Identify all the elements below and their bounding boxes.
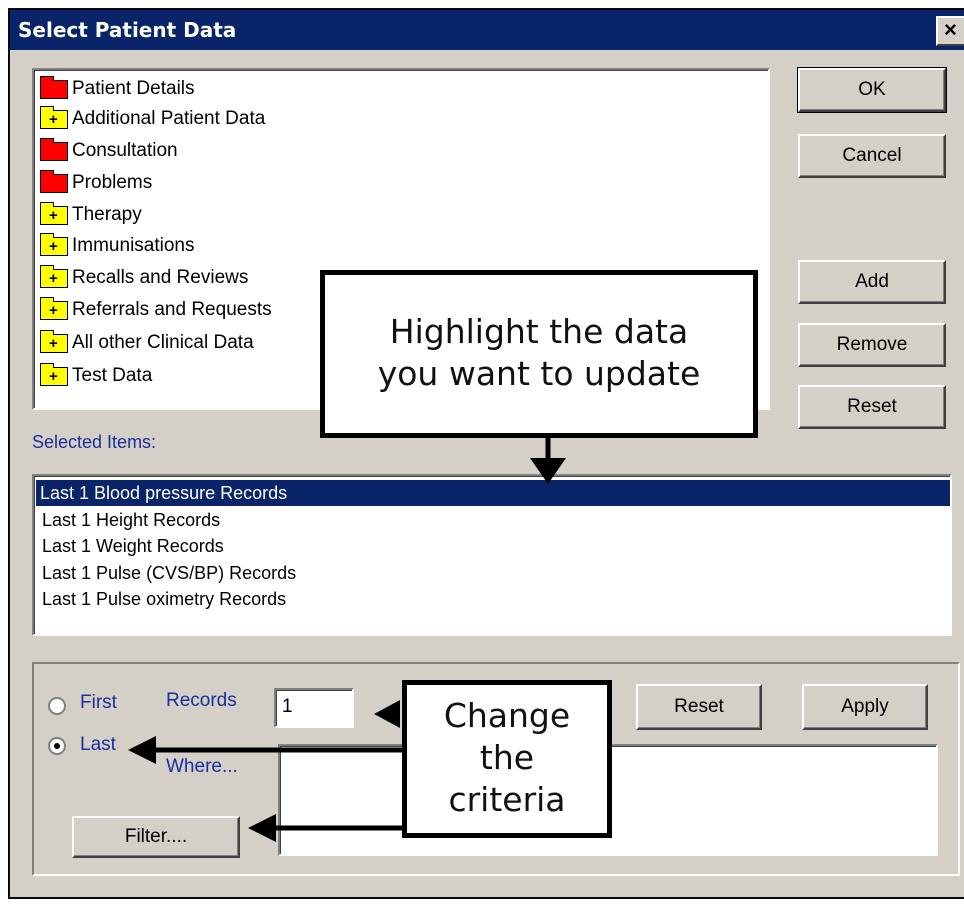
last-arrow-head (128, 736, 156, 764)
change-callout-line1: Change (443, 696, 571, 735)
highlight-callout: Highlight the data you want to update (320, 270, 758, 438)
change-callout-line3: criteria (448, 780, 566, 819)
highlight-callout-line2: you want to update (377, 354, 701, 393)
records-arrow-head (374, 700, 400, 728)
highlight-callout-line1: Highlight the data (389, 312, 689, 351)
highlight-arrow-head (530, 458, 566, 484)
change-callout-line2: the (479, 738, 535, 777)
filter-arrow-head (248, 814, 276, 842)
change-criteria-callout: Change the criteria (402, 680, 612, 838)
